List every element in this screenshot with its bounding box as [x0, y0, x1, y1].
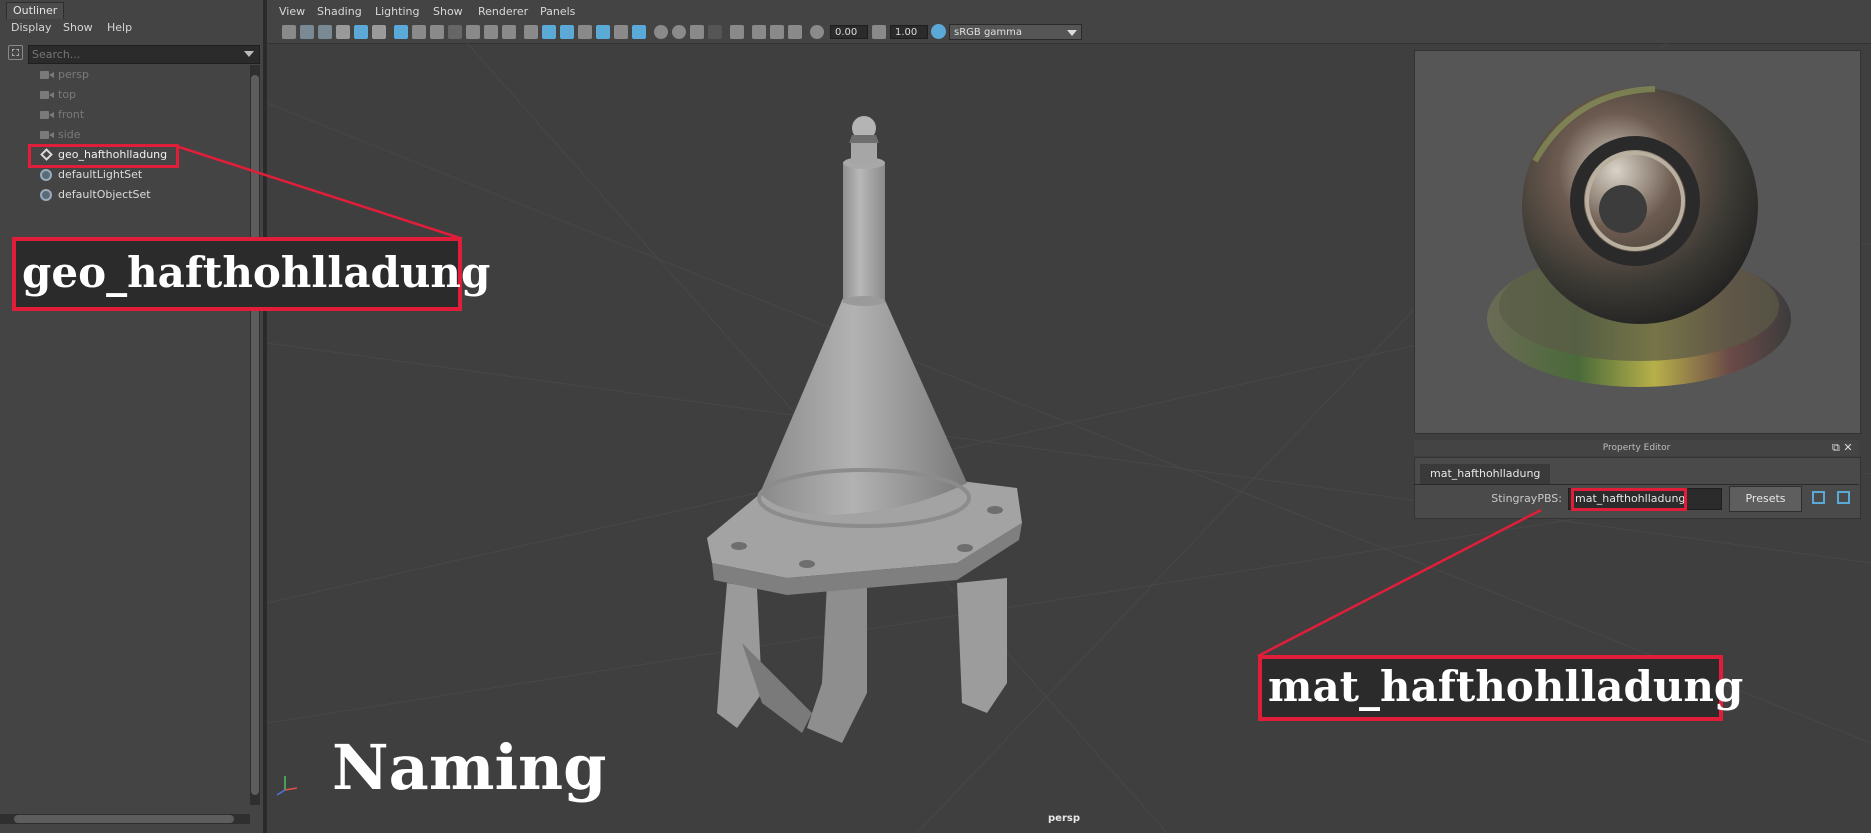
motion-blur-icon[interactable]	[672, 25, 686, 39]
camera-icon	[40, 129, 54, 141]
outliner-item-front[interactable]: front	[0, 106, 248, 124]
grid-icon[interactable]	[394, 25, 408, 39]
callout-geo-name: geo_hafthohlladung	[12, 237, 490, 311]
outliner-tab[interactable]: Outliner	[6, 2, 65, 19]
callout-mat-name: mat_hafthohlladung	[1258, 655, 1743, 721]
menu-show[interactable]: Show	[433, 5, 463, 18]
default-material-icon[interactable]	[578, 25, 592, 39]
outliner-item-label: front	[58, 108, 85, 121]
viewport-toolbar: 0.00 1.00 sRGB gamma	[267, 22, 1871, 44]
outliner-item-side[interactable]: side	[0, 126, 248, 144]
outliner-item-default-object-set[interactable]: defaultObjectSet	[0, 186, 248, 204]
film-gate-icon[interactable]	[412, 25, 426, 39]
gate-mask-icon[interactable]	[448, 25, 462, 39]
axis-gizmo	[276, 776, 298, 796]
color-space-dropdown[interactable]: sRGB gamma	[949, 24, 1082, 40]
safe-action-icon[interactable]	[484, 25, 498, 39]
outliner-horizontal-scrollbar[interactable]	[0, 814, 250, 824]
select-node-icon[interactable]	[1837, 491, 1850, 504]
float-window-icon[interactable]: ⧉	[1832, 441, 1840, 454]
outliner-item-label: defaultObjectSet	[58, 188, 151, 201]
exposure-icon[interactable]	[810, 25, 824, 39]
hafthohlladung-model	[707, 116, 1022, 743]
menu-view[interactable]: View	[279, 5, 305, 18]
menu-help[interactable]: Help	[107, 21, 132, 34]
color-space-value: sRGB gamma	[954, 27, 1023, 38]
material-preview-render	[1487, 86, 1791, 387]
close-icon[interactable]: ✕	[1843, 441, 1852, 454]
color-management-icon[interactable]	[931, 24, 946, 39]
isolate-select-icon[interactable]	[730, 25, 744, 39]
menu-display[interactable]: Display	[11, 21, 52, 34]
property-editor-window-controls: ⧉ ✕	[1832, 441, 1853, 455]
gamma-field[interactable]: 1.00	[890, 25, 928, 39]
grease-pencil-icon[interactable]	[372, 25, 386, 39]
shader-type-label: StingrayPBS:	[1491, 492, 1562, 505]
field-chart-icon[interactable]	[466, 25, 480, 39]
menu-lighting[interactable]: Lighting	[375, 5, 419, 18]
outliner-item-persp[interactable]: persp	[0, 66, 248, 84]
lights-icon[interactable]	[614, 25, 628, 39]
filter-icon[interactable]	[8, 45, 23, 60]
camera-icon	[40, 109, 54, 121]
menu-shading[interactable]: Shading	[317, 5, 362, 18]
search-box[interactable]	[28, 45, 260, 64]
presets-button[interactable]: Presets	[1729, 486, 1802, 512]
image-plane-icon[interactable]	[336, 25, 350, 39]
camera-icon	[40, 69, 54, 81]
material-preview	[1414, 50, 1861, 434]
wireframe-icon[interactable]	[524, 25, 538, 39]
tab-divider	[1414, 484, 1859, 485]
resolution-gate-icon[interactable]	[430, 25, 444, 39]
menu-show[interactable]: Show	[63, 21, 93, 34]
xray-icon[interactable]	[752, 25, 766, 39]
outliner-item-label: persp	[58, 68, 89, 81]
outliner-panel: Outliner Display Show Help persp top fro…	[0, 0, 265, 833]
menu-renderer[interactable]: Renderer	[478, 5, 528, 18]
depth-of-field-icon[interactable]	[708, 25, 722, 39]
textured-icon[interactable]	[596, 25, 610, 39]
object-set-icon	[40, 189, 54, 201]
chevron-down-icon[interactable]	[1067, 30, 1077, 36]
outliner-item-label: top	[58, 88, 77, 101]
gamma-icon[interactable]	[872, 25, 886, 39]
safe-title-icon[interactable]	[502, 25, 516, 39]
camera-select-icon[interactable]	[282, 25, 296, 39]
object-set-icon	[40, 169, 54, 181]
tab-material[interactable]: mat_hafthohlladung	[1420, 464, 1551, 484]
show-node-icon[interactable]	[1812, 491, 1825, 504]
bookmark-icon[interactable]	[318, 25, 332, 39]
chevron-down-icon[interactable]	[244, 51, 254, 57]
outliner-item-default-light-set[interactable]: defaultLightSet	[0, 166, 248, 184]
smooth-shade-icon[interactable]	[542, 25, 556, 39]
viewport-menubar: View Shading Lighting Show Renderer Pane…	[267, 0, 1871, 22]
two-d-pan-icon[interactable]	[354, 25, 368, 39]
exposure-field[interactable]: 0.00	[830, 25, 868, 39]
highlight-outliner-geo	[28, 144, 179, 168]
wireframe-on-shaded-icon[interactable]	[560, 25, 574, 39]
naming-heading: Naming	[332, 731, 607, 804]
search-input[interactable]	[32, 46, 237, 63]
highlight-material-field	[1571, 488, 1687, 511]
menu-panels[interactable]: Panels	[540, 5, 575, 18]
screen-space-ao-icon[interactable]	[654, 25, 668, 39]
outliner-vertical-scrollbar[interactable]	[250, 65, 260, 805]
xray-joints-icon[interactable]	[770, 25, 784, 39]
shadows-icon[interactable]	[632, 25, 646, 39]
outliner-item-label: side	[58, 128, 81, 141]
outliner-item-top[interactable]: top	[0, 86, 248, 104]
outliner-menubar: Display Show Help	[0, 19, 263, 37]
xray-components-icon[interactable]	[788, 25, 802, 39]
camera-attributes-icon[interactable]	[300, 25, 314, 39]
multisample-aa-icon[interactable]	[690, 25, 704, 39]
camera-icon	[40, 89, 54, 101]
outliner-item-label: defaultLightSet	[58, 168, 143, 181]
property-editor-title: Property Editor	[1414, 440, 1859, 456]
camera-label: persp	[1048, 813, 1080, 824]
